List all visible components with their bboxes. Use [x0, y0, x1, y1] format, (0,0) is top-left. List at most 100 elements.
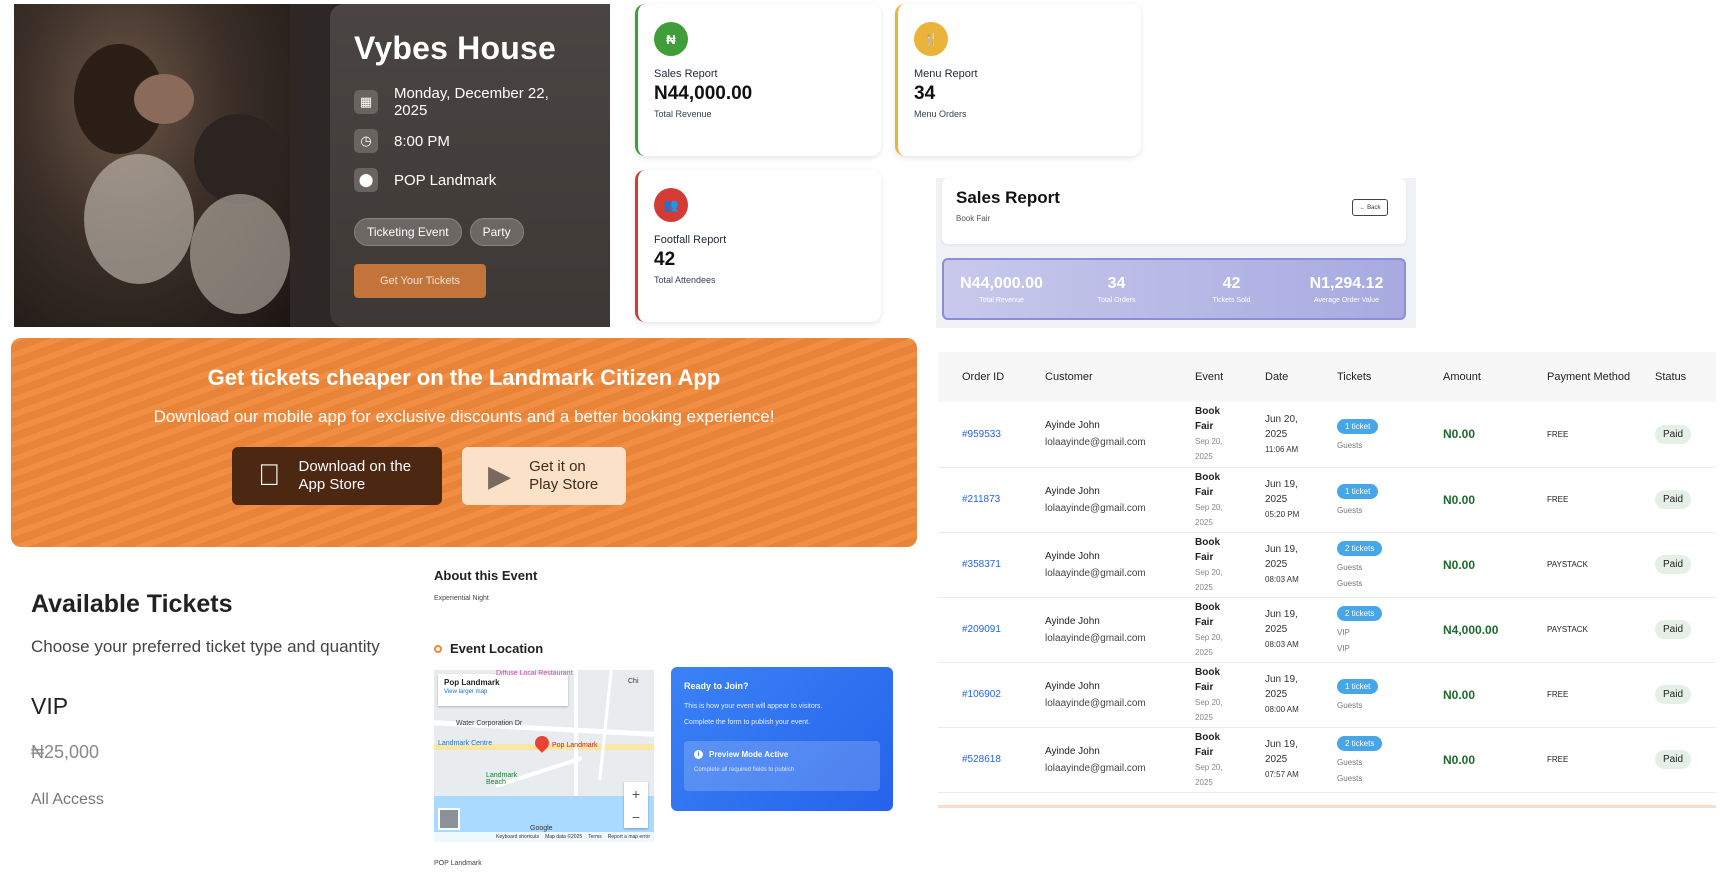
event-info-panel: Vybes House ▦ Monday, December 22, 2025 … — [330, 4, 610, 327]
table-row[interactable]: #959533 Ayinde John lolaayinde@gmail.com Bo… — [938, 402, 1716, 468]
table-row[interactable]: #358371 Ayinde John lolaayinde@gmail.com Bo… — [938, 532, 1716, 598]
table-row[interactable]: #211873 Ayinde John lolaayinde@gmail.com Bo… — [938, 467, 1716, 533]
metric-total-revenue: N44,000.00 Total Revenue — [960, 274, 1043, 304]
order-date: Jun 19, 2025 — [1265, 544, 1298, 570]
footfall-report-card[interactable]: 👥 Footfall Report 42 Total Attendees — [635, 170, 881, 322]
orders-table: Order ID Customer Event Date Tickets Amo… — [938, 352, 1716, 805]
order-amount: N4,000.00 — [1443, 622, 1499, 637]
event-name: Book Fair — [1195, 471, 1220, 498]
order-id-link[interactable]: #358371 — [962, 559, 1001, 570]
ready-line2: Complete the form to publish your event. — [684, 719, 811, 726]
metric-average-order-value: N1,294.12 Average Order Value — [1309, 274, 1384, 304]
menu-report-card[interactable]: 🍴 Menu Report 34 Menu Orders — [895, 4, 1141, 156]
event-time-row: ◷ 8:00 PM — [354, 128, 586, 154]
ticket-type: Guests — [1337, 579, 1363, 588]
ticket-type: Guests — [1337, 758, 1363, 767]
metric-total-orders: 34 Total Orders — [1097, 274, 1136, 304]
event-location-map[interactable]: Pop Landmark View larger map Diffuse Loc… — [434, 670, 654, 842]
app-store-line1: Download on the — [276, 458, 412, 475]
app-store-line2: App Store — [276, 476, 366, 493]
get-tickets-button[interactable]: Get Your Tickets — [354, 264, 486, 298]
event-hero: Vybes House ▦ Monday, December 22, 2025 … — [14, 4, 610, 327]
event-venue-row: ⬤ POP Landmark — [354, 167, 586, 193]
order-id-link[interactable]: #106902 — [962, 689, 1001, 700]
tag-party[interactable]: Party — [469, 218, 524, 246]
order-id-link[interactable]: #528618 — [962, 754, 1001, 765]
ticket-count-badge[interactable]: 1 ticket — [1337, 484, 1379, 499]
view-larger-map-link[interactable]: View larger map — [444, 689, 562, 695]
ticket-count-badge[interactable]: 2 tickets — [1337, 606, 1383, 621]
event-photo — [14, 4, 290, 327]
col-date[interactable]: Date — [1241, 352, 1313, 402]
order-date: Jun 19, 2025 — [1265, 739, 1298, 765]
map-type-thumbnail[interactable] — [438, 808, 460, 830]
location-footer: POP Landmark — [434, 860, 482, 867]
customer-email: lolaayinde@gmail.com — [1045, 632, 1146, 644]
customer-email: lolaayinde@gmail.com — [1045, 502, 1146, 514]
table-row[interactable]: #106902 Ayinde John lolaayinde@gmail.com Bo… — [938, 662, 1716, 728]
order-time: 08:03 AM — [1265, 640, 1299, 649]
card-sublabel: Total Attendees — [654, 275, 716, 285]
event-name: Book Fair — [1195, 731, 1220, 758]
col-payment-method[interactable]: Payment Method — [1523, 352, 1631, 402]
col-event[interactable]: Event — [1171, 352, 1241, 402]
status-badge: Paid — [1655, 490, 1692, 509]
app-banner-title: Get tickets cheaper on the Landmark Citi… — [207, 365, 721, 390]
event-name: Book Fair — [1195, 601, 1220, 628]
sales-report-title: Sales Report — [956, 188, 1060, 207]
ticket-count-badge[interactable]: 2 tickets — [1337, 736, 1383, 751]
play-store-line2: Play Store — [529, 476, 599, 493]
col-status[interactable]: Status — [1631, 352, 1716, 402]
order-time: 08:03 AM — [1265, 575, 1299, 584]
clock-icon: ◷ — [354, 129, 378, 153]
order-date: Jun 19, 2025 — [1265, 609, 1298, 635]
table-row[interactable]: #209091 Ayinde John lolaayinde@gmail.com Bo… — [938, 597, 1716, 663]
order-id-link[interactable]: #959533 — [962, 429, 1001, 440]
metric-tickets-sold: 42 Tickets Sold — [1212, 274, 1251, 304]
zoom-out-button[interactable]: − — [632, 809, 640, 825]
sales-report-panel: Sales Report Book Fair ← Back N44,000.00… — [936, 178, 1416, 328]
event-date: Sep 20, 2025 — [1195, 762, 1223, 787]
col-order-id[interactable]: Order ID — [938, 352, 1021, 402]
about-description: Experiential Night — [434, 595, 489, 602]
col-tickets[interactable]: Tickets — [1313, 352, 1419, 402]
map-place-name: Pop Landmark — [444, 678, 500, 687]
order-amount: N0.00 — [1443, 687, 1476, 702]
status-badge: Paid — [1655, 685, 1692, 704]
ticket-count-badge[interactable]: 1 ticket — [1337, 679, 1379, 694]
order-amount: N0.00 — [1443, 492, 1476, 507]
ready-title: Ready to Join? — [684, 681, 749, 691]
zoom-in-button[interactable]: + — [632, 786, 640, 802]
event-name: Book Fair — [1195, 406, 1220, 433]
col-amount[interactable]: Amount — [1419, 352, 1523, 402]
table-header-row: Order ID Customer Event Date Tickets Amo… — [938, 352, 1716, 402]
sales-report-card[interactable]: ₦ Sales Report N44,000.00 Total Revenue — [635, 4, 881, 156]
order-id-link[interactable]: #209091 — [962, 624, 1001, 635]
order-date: Jun 20, 2025 — [1265, 413, 1298, 440]
table-row[interactable]: #528618 Ayinde John lolaayinde@gmail.com Bo… — [938, 727, 1716, 793]
customer-email: lolaayinde@gmail.com — [1045, 762, 1146, 774]
order-id-link[interactable]: #211873 — [962, 494, 1000, 505]
table-row[interactable]: BookJun 19,2 tickets — [938, 792, 1716, 805]
ticket-description: All Access — [31, 791, 104, 808]
col-customer[interactable]: Customer — [1021, 352, 1171, 402]
tickets-heading: Available Tickets — [31, 590, 233, 618]
play-store-icon: ▶ — [488, 459, 512, 493]
event-name: Book Fair — [1195, 666, 1220, 693]
ticket-name[interactable]: VIP — [31, 693, 421, 720]
card-sublabel: Menu Orders — [914, 109, 967, 119]
ticket-count-badge[interactable]: 2 tickets — [1337, 541, 1383, 556]
tag-ticketing-event[interactable]: Ticketing Event — [354, 218, 462, 246]
utensils-icon: 🍴 — [914, 22, 948, 56]
app-store-button[interactable]:  Download on the App Store — [232, 447, 442, 505]
ticket-count-badge[interactable]: 1 ticket — [1337, 418, 1379, 434]
back-button[interactable]: ← Back — [1352, 199, 1388, 216]
event-date: Monday, December 22, 2025 — [393, 85, 549, 119]
play-store-button[interactable]: ▶ Get it on Play Store — [462, 447, 626, 505]
ticket-type: Guests — [1337, 440, 1363, 450]
preview-title: Preview Mode Active — [709, 750, 789, 759]
map-info-box: Pop Landmark View larger map — [438, 674, 568, 706]
event-date: Sep 20, 2025 — [1195, 567, 1223, 592]
status-badge: Paid — [1655, 750, 1692, 769]
event-date-row: ▦ Monday, December 22, 2025 — [354, 85, 586, 119]
